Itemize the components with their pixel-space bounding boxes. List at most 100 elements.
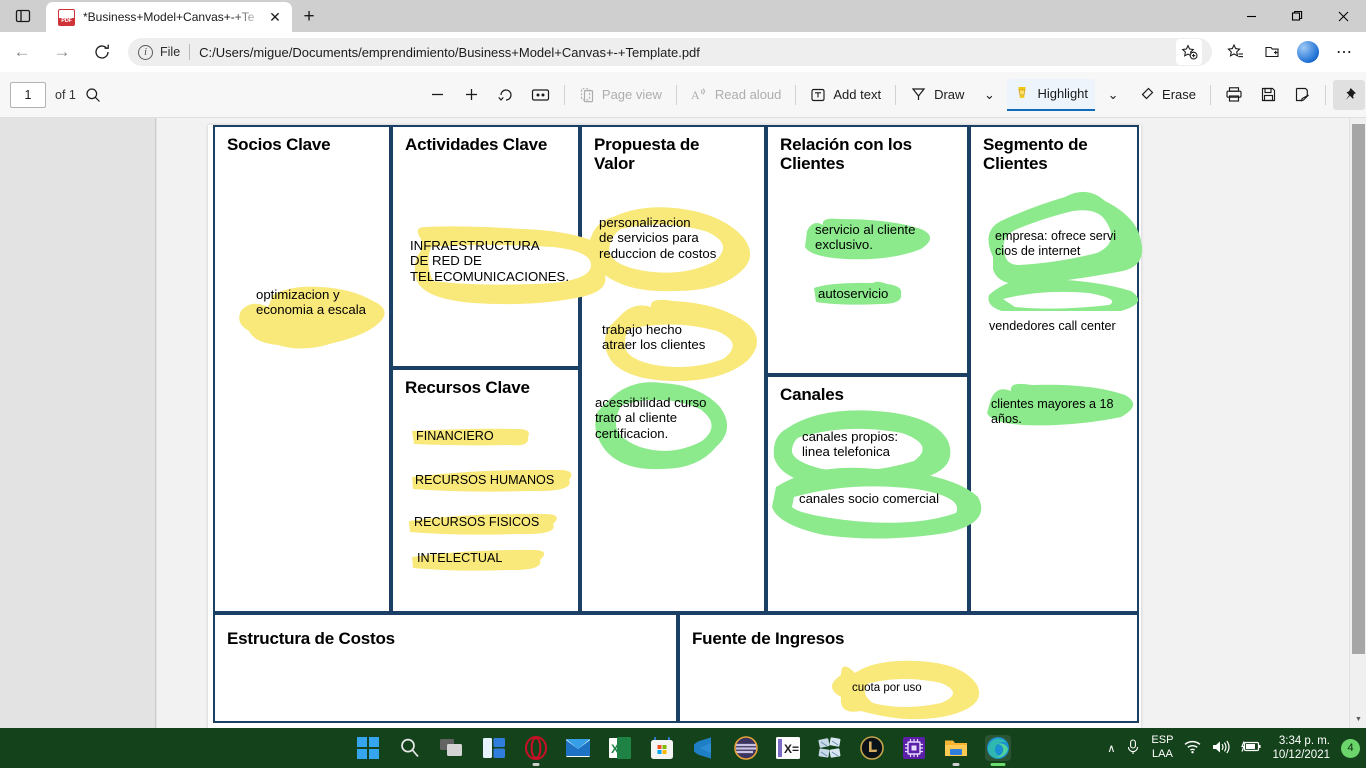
windows-taskbar: X X= ∧ ESP LAA 3:34 p. m. 10/12/2021 4 [0,728,1366,768]
language-line-1: ESP [1151,734,1174,747]
note-segmento-1: empresa: ofrece servi cios de internet [995,229,1117,258]
divider [563,84,565,105]
note-recursos-3: RECURSOS FISICOS [414,515,540,529]
microphone-icon[interactable] [1126,738,1140,758]
taskbar-item-task-view[interactable] [439,735,465,761]
divider [1210,84,1211,105]
taskbar-item-vs-code[interactable] [691,735,717,761]
taskbar-item-widgets[interactable] [481,735,507,761]
browser-tab-strip: *Business+Model+Canvas+-+Te ✕ + [0,0,1366,32]
taskbar-item-league-of-legends[interactable] [859,735,885,761]
pin-toolbar-icon[interactable] [1333,79,1365,110]
rotate-icon[interactable] [490,80,522,110]
note-propuesta-1: personalizacion de servicios para reducc… [599,215,717,261]
erase-button[interactable]: Erase [1131,80,1203,110]
block-title: Actividades Clave [405,135,548,154]
taskbar-item-excel[interactable]: X [607,735,633,761]
add-text-button[interactable]: Add text [803,80,888,110]
tray-overflow-icon[interactable]: ∧ [1107,742,1115,755]
fit-to-page-icon[interactable] [524,80,557,110]
block-title: Socios Clave [227,135,331,154]
block-title: Canales [780,385,844,404]
pdf-sidebar-pane [0,118,156,728]
volume-icon[interactable] [1212,740,1231,757]
add-favorite-icon[interactable] [1176,39,1202,65]
pdf-vertical-scrollbar[interactable]: ▼ [1349,118,1366,728]
block-title: Estructura de Costos [227,629,395,648]
battery-icon[interactable] [1241,740,1262,756]
taskbar-item-start[interactable] [355,735,381,761]
pdf-page: Socios Clave optimizacion y economia a e… [208,125,1143,735]
language-line-2: LAA [1152,748,1173,760]
settings-icon[interactable]: ⋯ [1326,34,1362,70]
pdf-viewer: Socios Clave optimizacion y economia a e… [0,118,1366,735]
back-icon[interactable]: ← [4,34,40,70]
read-aloud-label: Read aloud [714,87,782,102]
draw-label: Draw [934,87,965,102]
divider [895,84,897,105]
info-icon[interactable]: i [138,44,153,60]
highlight-button[interactable]: Highlight [1007,78,1096,111]
pdf-toolbar: 1 of 1 Page view A Read aloud Add text D… [0,72,1366,118]
taskbar-item-opera[interactable] [523,735,549,766]
note-segmento-3: clientes mayores a 18 años. [991,397,1114,426]
taskbar-item-xampp[interactable]: X= [775,735,801,761]
print-icon[interactable] [1218,80,1250,110]
window-controls [1228,0,1366,32]
new-tab-button[interactable]: + [292,2,326,32]
clock[interactable]: 3:34 p. m. 10/12/2021 [1272,734,1330,763]
wifi-icon[interactable] [1184,740,1201,757]
close-button[interactable] [1320,0,1366,32]
notification-badge[interactable]: 4 [1341,738,1360,758]
page-view-button[interactable]: Page view [572,80,669,110]
block-title: Fuente de Ingresos [692,629,845,648]
taskbar-item-cpu-z[interactable] [901,735,927,761]
browser-tab-active[interactable]: *Business+Model+Canvas+-+Te ✕ [46,2,292,32]
draw-options-chevron-down-icon[interactable]: ⌄ [973,80,1005,110]
browser-actions: ⋯ [1218,34,1366,70]
taskbar-item-file-explorer[interactable] [943,735,969,766]
address-bar-url: C:/Users/migue/Documents/emprendimiento/… [199,44,700,60]
taskbar-item-app-4[interactable] [817,735,843,761]
taskbar-item-mail[interactable] [565,735,591,761]
minimize-button[interactable] [1228,0,1274,32]
taskbar-item-search[interactable] [397,735,423,761]
browser-navigation-bar: ← → i File C:/Users/migue/Documents/empr… [0,32,1366,72]
address-bar-actions [1176,39,1202,65]
note-actividades-1: INFRAESTRUCTURA DE RED DE TELECOMUNICACI… [410,238,570,284]
block-title: Propuesta de Valor [594,135,700,174]
block-socios-clave: Socios Clave [213,125,391,613]
close-icon[interactable]: ✕ [264,6,286,28]
taskbar-item-microsoft-edge[interactable] [985,735,1011,766]
note-propuesta-3: acessibilidad curso trato al cliente cer… [595,395,707,441]
file-scheme-label: File [160,45,181,59]
save-as-icon[interactable] [1286,80,1318,110]
taskbar-item-eclipse[interactable] [733,735,759,761]
save-icon[interactable] [1252,80,1284,110]
page-number-input[interactable]: 1 [10,81,46,108]
language-indicator[interactable]: ESP LAA [1151,734,1173,762]
zoom-out-button[interactable] [422,80,454,110]
address-bar[interactable]: i File C:/Users/migue/Documents/emprendi… [128,38,1212,66]
favorites-icon[interactable] [1218,34,1254,70]
running-indicator [990,763,1006,766]
search-icon[interactable] [77,80,109,110]
refresh-icon[interactable] [84,34,120,70]
highlight-options-chevron-down-icon[interactable]: ⌄ [1097,80,1129,110]
taskbar-item-microsoft-store[interactable] [649,735,675,761]
zoom-in-button[interactable] [456,80,488,110]
collections-icon[interactable] [1254,34,1290,70]
pdf-page-area[interactable]: Socios Clave optimizacion y economia a e… [157,118,1349,735]
block-title: Recursos Clave [405,378,530,397]
avatar[interactable] [1290,34,1326,70]
scroll-down-icon[interactable]: ▼ [1350,711,1366,728]
forward-icon[interactable]: → [44,34,80,70]
highlight-label: Highlight [1037,86,1089,101]
note-recursos-1: FINANCIERO [416,429,494,443]
draw-button[interactable]: Draw [903,80,971,110]
tab-title: *Business+Model+Canvas+-+Te [83,10,255,24]
scrollbar-thumb[interactable] [1352,124,1365,654]
maximize-button[interactable] [1274,0,1320,32]
read-aloud-button[interactable]: A Read aloud [684,80,789,110]
tab-search-icon[interactable] [0,0,46,32]
